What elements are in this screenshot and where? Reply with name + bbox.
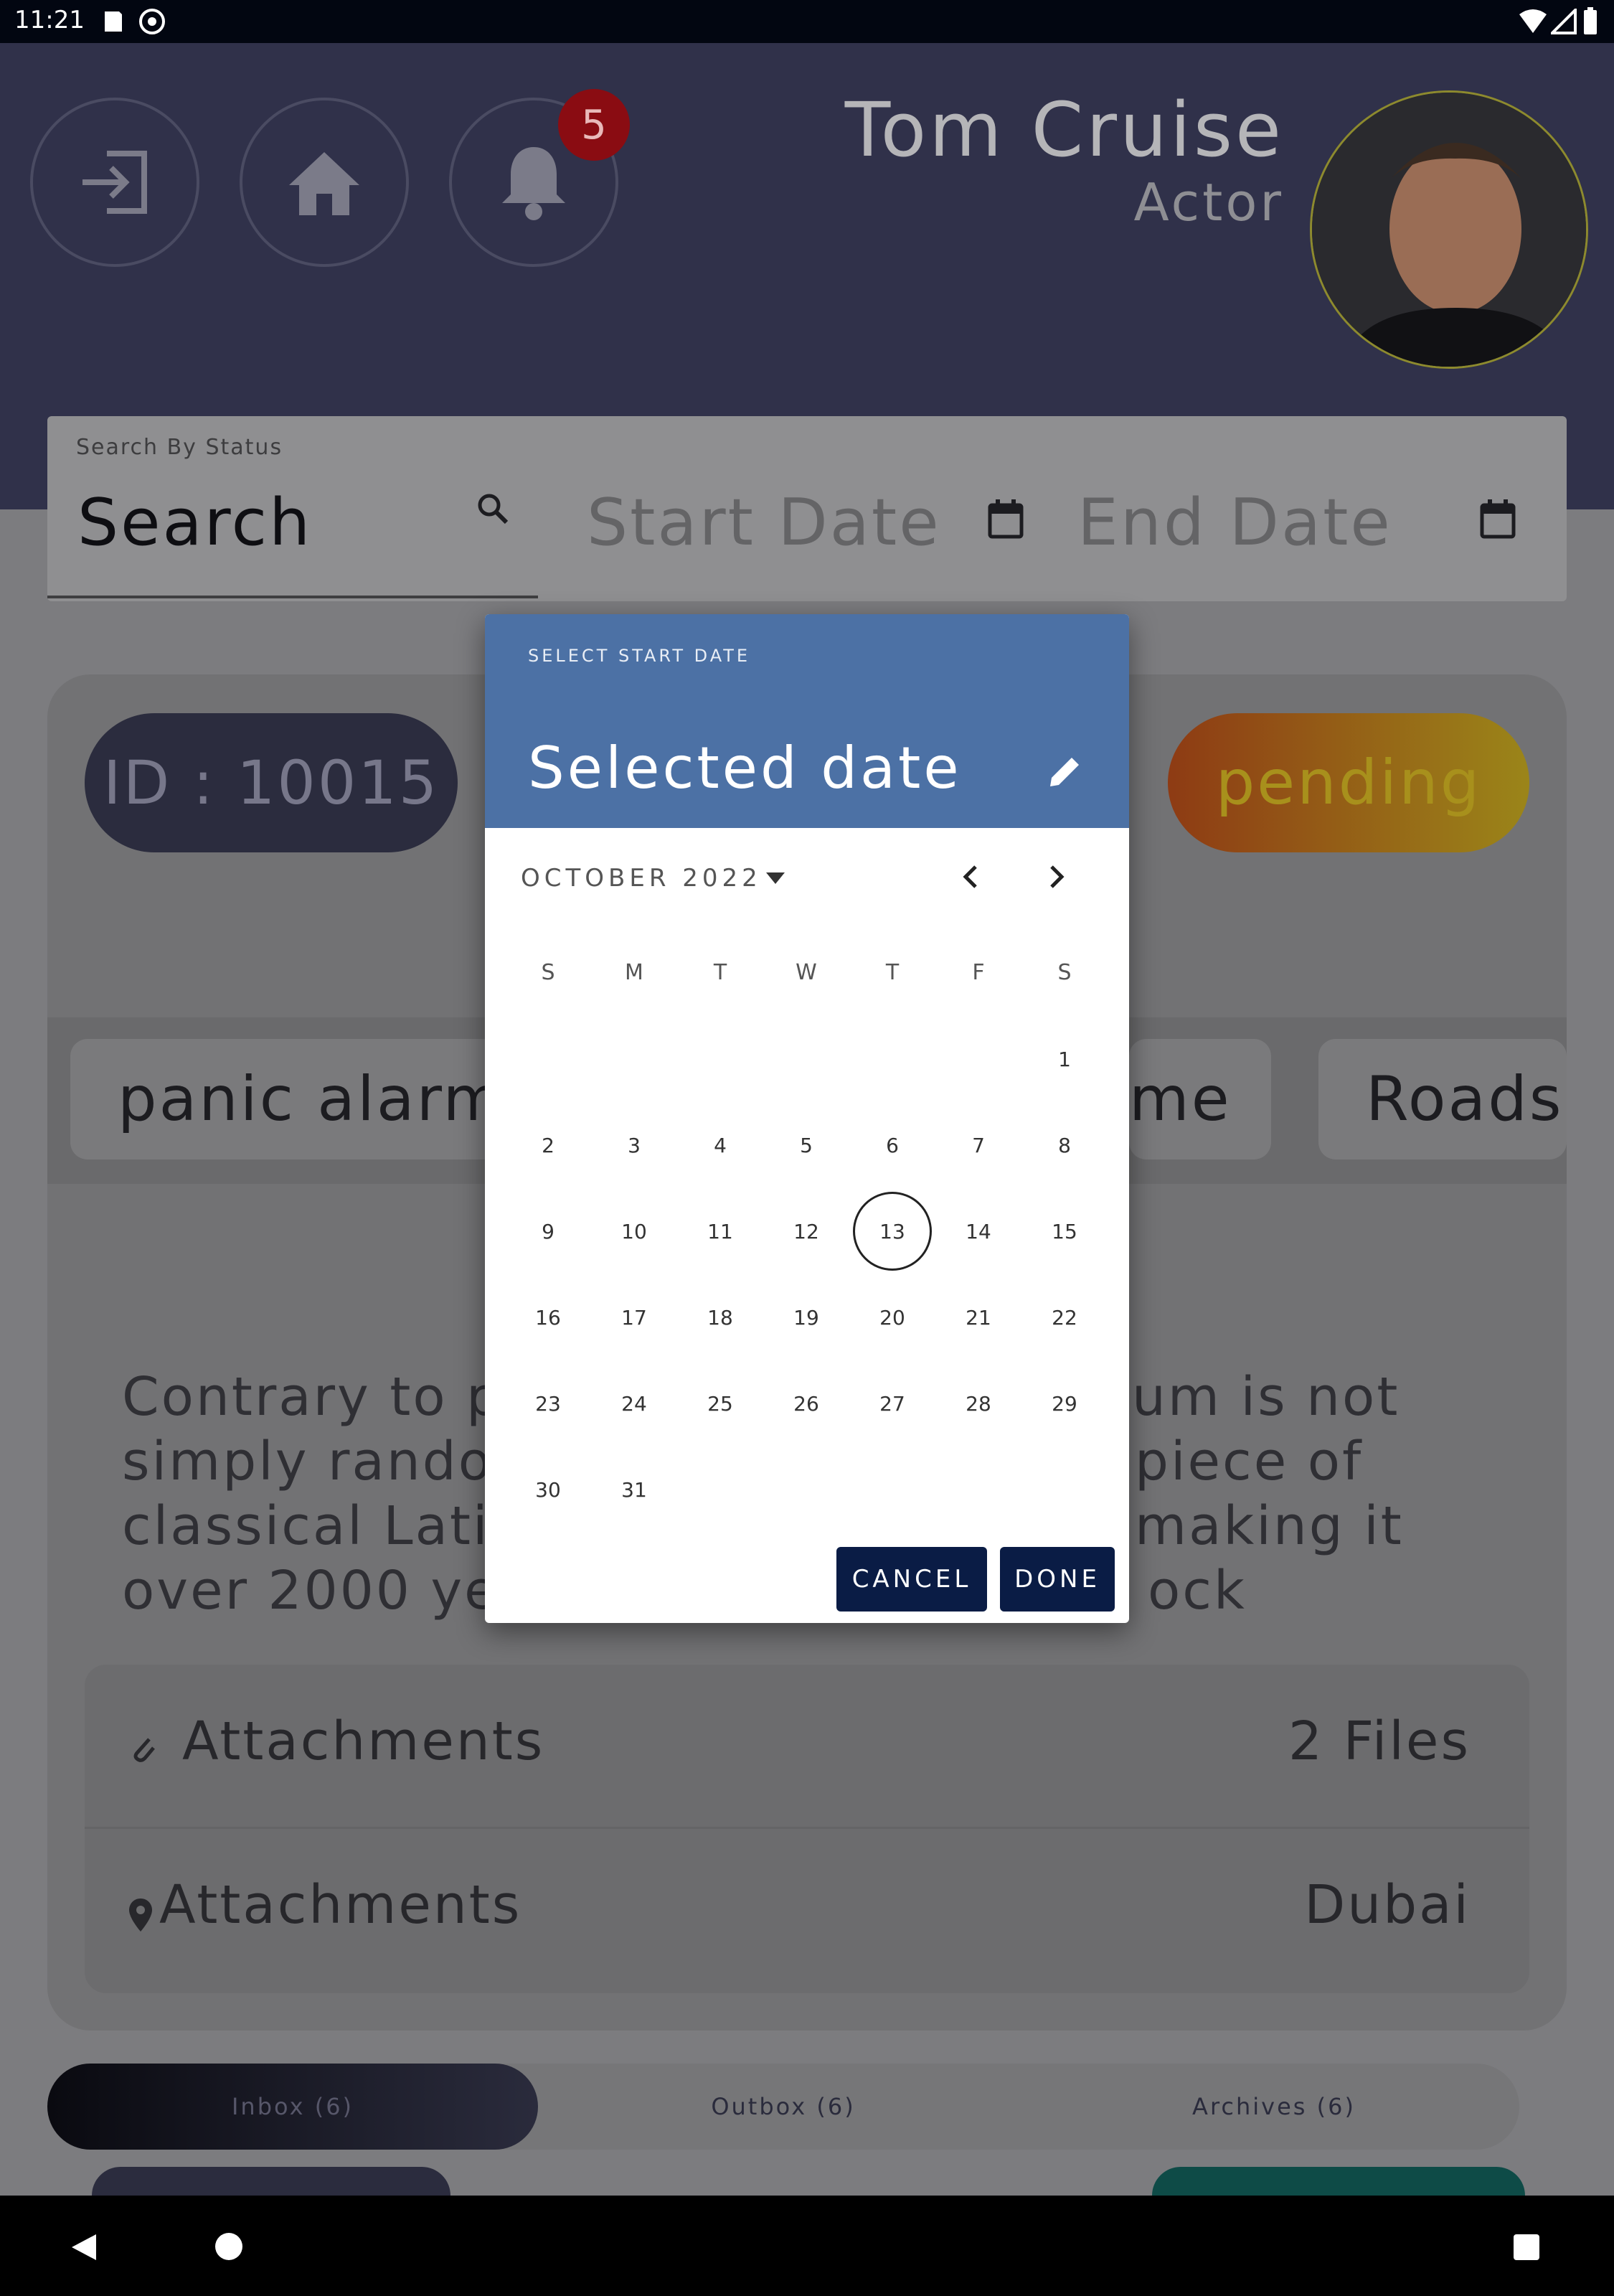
description-line: um is not [1132,1366,1400,1428]
tab-outbox[interactable]: Outbox (6) [538,2064,1029,2150]
home-icon [289,152,359,215]
attachments-count[interactable]: 2 Files [1288,1711,1471,1772]
calendar-day[interactable]: 12 [767,1192,846,1271]
calendar-day[interactable]: 15 [1025,1192,1104,1271]
calendar-day[interactable]: 23 [509,1364,587,1443]
search-card: Search By Status Search Start Date End D… [47,416,1567,601]
notification-badge: 5 [558,89,630,161]
start-date-calendar-icon[interactable] [987,499,1024,540]
location-value: Dubai [1304,1874,1471,1936]
tab-inbox[interactable]: Inbox (6) [47,2064,538,2150]
calendar-day[interactable]: 21 [939,1278,1018,1357]
paperclip-icon [133,1738,155,1762]
list-item-pill [1152,2167,1525,2196]
calendar-day[interactable]: 2 [509,1106,587,1185]
signal-icon [1551,9,1577,34]
calendar-day[interactable]: 11 [681,1192,760,1271]
calendar-day[interactable]: 4 [681,1106,760,1185]
calendar-day[interactable]: 1 [1025,1020,1104,1098]
search-input[interactable]: Search [77,485,312,560]
calendar-day[interactable]: 3 [595,1106,674,1185]
weekday-label: W [796,960,817,985]
description-line: simply rando [122,1431,493,1492]
home-nav-icon[interactable] [214,2231,244,2262]
weekday-label: F [972,960,985,985]
attachments-label: Attachments [182,1711,545,1772]
date-picker-dialog: SELECT START DATE Selected date OCTOBER … [485,614,1129,1623]
tag-chip[interactable]: panic alarm [70,1039,501,1159]
avatar[interactable] [1310,90,1588,369]
weekday-label: S [541,960,555,985]
back-icon[interactable] [69,2231,100,2263]
logout-button[interactable] [30,98,199,267]
logout-icon [82,151,147,214]
system-nav-bar [0,2196,1614,2296]
calendar-day[interactable]: 30 [509,1450,587,1529]
status-badge: pending [1168,713,1529,852]
sync-icon [139,9,165,34]
tag-chip[interactable]: me [1129,1039,1271,1159]
tag-chip[interactable]: Roads [1318,1039,1567,1159]
description-line: making it [1135,1495,1404,1557]
home-button[interactable] [240,98,409,267]
status-time: 11:21 [14,6,85,34]
weekday-label: T [885,960,900,985]
description-line: over 2000 ye [122,1560,499,1622]
calendar-day[interactable]: 7 [939,1106,1018,1185]
calendar-day[interactable]: 25 [681,1364,760,1443]
search-underline [47,596,538,598]
calendar-day[interactable]: 22 [1025,1278,1104,1357]
start-date-field[interactable]: Start Date [587,485,941,560]
cancel-button[interactable]: CANCEL [836,1547,987,1612]
calendar-day[interactable]: 17 [595,1278,674,1357]
calendar-day[interactable]: 9 [509,1192,587,1271]
bell-icon [502,147,565,220]
calendar-day[interactable]: 31 [595,1450,674,1529]
attachments-box: Attachments 2 Files Attachments Dubai [85,1665,1529,1993]
description-line: ock [1148,1560,1247,1622]
location-label: Attachments [159,1874,522,1936]
sd-card-icon [105,11,122,32]
profile-photo [1312,93,1586,367]
divider [85,1827,1529,1829]
description-line: classical Latin [122,1495,526,1557]
battery-icon [1584,7,1597,34]
calendar-day[interactable]: 19 [767,1278,846,1357]
calendar-day[interactable]: 27 [853,1364,932,1443]
end-date-calendar-icon[interactable] [1479,499,1516,540]
description-line: Contrary to p [122,1366,503,1428]
description-line: piece of [1135,1431,1364,1492]
calendar-day[interactable]: 6 [853,1106,932,1185]
weekday-label: T [713,960,727,985]
calendar-day[interactable]: 10 [595,1192,674,1271]
calendar-day[interactable]: 24 [595,1364,674,1443]
end-date-field[interactable]: End Date [1077,485,1392,560]
calendar-day-today[interactable]: 13 [853,1192,932,1271]
location-pin-icon [129,1899,152,1932]
wifi-icon [1519,9,1547,33]
user-role: Actor [1133,172,1284,232]
user-name: Tom Cruise [844,86,1284,174]
calendar-day[interactable]: 8 [1025,1106,1104,1185]
recents-icon[interactable] [1512,2233,1541,2262]
calendar-day[interactable]: 5 [767,1106,846,1185]
calendar-day[interactable]: 26 [767,1364,846,1443]
done-button[interactable]: DONE [1000,1547,1115,1612]
calendar-day[interactable]: 28 [939,1364,1018,1443]
calendar-day[interactable]: 18 [681,1278,760,1357]
list-item-pill [92,2167,450,2196]
search-label: Search By Status [76,435,283,460]
weekday-label: M [625,960,643,985]
calendar-grid: S M T W T F S 1 2 3 4 5 6 7 8 9 10 11 12 13 14 15 16 17 18 19 20 21… [485,614,1129,1623]
status-bar: 11:21 [0,0,1614,43]
calendar-day[interactable]: 14 [939,1192,1018,1271]
ticket-id: ID : 10015 [85,713,458,852]
calendar-day[interactable]: 20 [853,1278,932,1357]
tab-archives[interactable]: Archives (6) [1029,2064,1519,2150]
calendar-day[interactable]: 16 [509,1278,587,1357]
weekday-label: S [1057,960,1072,985]
calendar-day[interactable]: 29 [1025,1364,1104,1443]
search-icon[interactable] [475,491,511,527]
